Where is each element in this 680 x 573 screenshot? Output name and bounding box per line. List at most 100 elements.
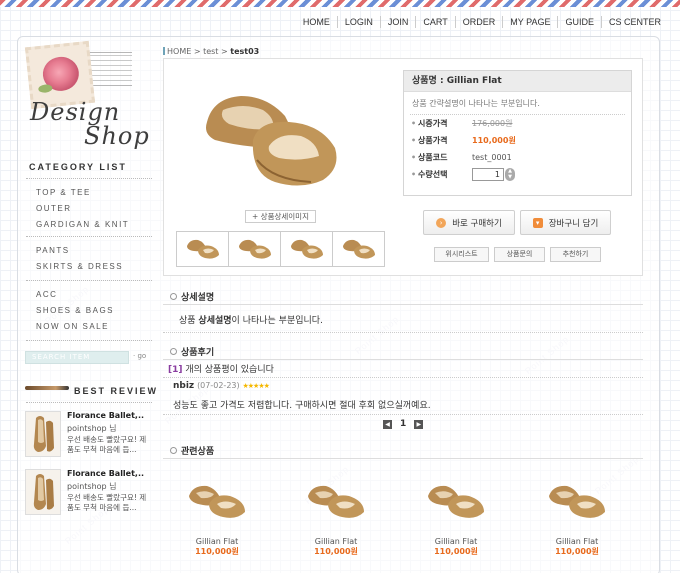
info-label: 수량선택 — [411, 166, 448, 183]
review-author: nbiz — [173, 381, 195, 391]
info-row-sale-price: 상품가격 110,000원 — [404, 132, 631, 149]
best-review-item[interactable]: Florance Ballet,.. pointshop 님 우선 배송도 빨랐… — [25, 411, 153, 457]
page-number[interactable]: 1 — [400, 419, 406, 429]
related-product-name: Gillian Flat — [555, 537, 599, 546]
nav-login[interactable]: LOGIN — [336, 16, 380, 28]
prev-page-icon[interactable]: ◀ — [383, 419, 392, 429]
nav-guide[interactable]: GUIDE — [557, 16, 601, 28]
related-product-price: 110,000원 — [434, 547, 478, 556]
related-product-price: 110,000원 — [314, 547, 358, 556]
info-row-quantity: 수량선택 1 ▲▼ — [404, 166, 631, 183]
breadcrumb-bar — [163, 47, 165, 55]
category-item-now-on-sale[interactable]: NOW ON SALE — [36, 319, 114, 335]
top-stripe — [0, 0, 680, 7]
divider — [163, 377, 643, 378]
best-review-item[interactable]: Florance Ballet,.. pointshop 님 우선 배송도 빨랐… — [25, 469, 153, 515]
detail-text-prefix: 상품 — [179, 316, 199, 326]
logo-text-shop[interactable]: Shop — [84, 122, 150, 150]
breadcrumb-home[interactable]: HOME — [167, 47, 191, 56]
related-product-image[interactable] — [291, 478, 381, 526]
detail-text-bold: 상세설명 — [198, 316, 232, 326]
category-item-outer[interactable]: OUTER — [36, 201, 129, 217]
review-thumbnail[interactable] — [25, 411, 61, 457]
category-item-shoes-bags[interactable]: SHOES & BAGS — [36, 303, 114, 319]
related-product-image[interactable] — [411, 478, 501, 526]
info-label: 상품가격 — [411, 132, 448, 149]
quantity-input[interactable]: 1 — [472, 168, 504, 181]
add-to-cart-button[interactable]: ▾ 장바구니 담기 — [520, 210, 611, 235]
search-input[interactable]: SEARCH ITEM — [25, 351, 129, 364]
divider — [26, 340, 152, 341]
wishlist-button[interactable]: 위시리스트 — [434, 247, 489, 262]
product-thumbnail-strip — [176, 231, 385, 267]
related-product-price: 110,000원 — [555, 547, 599, 556]
related-product-name: Gillian Flat — [434, 537, 478, 546]
category-item-skirts-dress[interactable]: SKIRTS & DRESS — [36, 259, 123, 275]
review-product-name[interactable]: Florance Ballet,.. — [67, 411, 144, 420]
inquiry-button[interactable]: 상품문의 — [494, 247, 545, 262]
related-product-item[interactable]: Gillian Flat 110,000원 — [411, 478, 501, 557]
review-product-name[interactable]: Florance Ballet,.. — [67, 469, 144, 478]
related-section-title: 관련상품 — [170, 444, 214, 457]
product-thumbnail[interactable] — [228, 231, 281, 267]
review-count-text: 개의 상품평이 있습니다 — [182, 365, 274, 375]
nav-order[interactable]: ORDER — [454, 16, 503, 28]
cart-icon: ▾ — [532, 217, 543, 228]
breadcrumb: HOME > test > test03 — [163, 47, 259, 56]
related-product-price: 110,000원 — [195, 547, 239, 556]
nav-cart[interactable]: CART — [415, 16, 454, 28]
recommend-button[interactable]: 추천하기 — [550, 247, 601, 262]
sale-price-value: 110,000원 — [472, 136, 516, 145]
next-page-icon[interactable]: ▶ — [414, 419, 424, 429]
nav-join[interactable]: JOIN — [379, 16, 416, 28]
category-item-acc[interactable]: ACC — [36, 287, 114, 303]
nav-home[interactable]: HOME — [296, 16, 337, 28]
product-title: 상품명 : Gillian Flat — [404, 71, 631, 92]
divider — [163, 332, 643, 333]
product-summary: 상품 간략설명이 나타나는 부분입니다. — [412, 99, 540, 108]
related-product-item[interactable]: Gillian Flat 110,000원 — [532, 478, 622, 557]
related-product-name: Gillian Flat — [314, 537, 358, 546]
detail-image-button[interactable]: + 상품상세이미지 — [245, 210, 316, 223]
nav-cs-center[interactable]: CS CENTER — [600, 16, 668, 28]
nav-mypage[interactable]: MY PAGE — [502, 16, 557, 28]
buy-now-button[interactable]: › 바로 구매하기 — [423, 210, 515, 235]
product-thumbnail[interactable] — [176, 231, 229, 267]
related-product-image[interactable] — [532, 478, 622, 526]
review-user: pointshop 님 — [67, 424, 117, 433]
review-section-title: 상품후기 — [170, 345, 214, 358]
best-review-title: BEST REVIEW — [74, 386, 159, 396]
breadcrumb-category[interactable]: test — [203, 47, 218, 56]
category-item-gardigan-knit[interactable]: GARDIGAN & KNIT — [36, 217, 129, 233]
review-user: pointshop 님 — [67, 482, 117, 491]
related-product-item[interactable]: Gillian Flat 110,000원 — [172, 478, 262, 557]
leaf-icon — [37, 83, 53, 94]
divider — [26, 236, 152, 237]
product-thumbnail[interactable] — [332, 231, 385, 267]
info-row-market-price: 시중가격 176,000원 — [404, 115, 631, 132]
review-snippet: 우선 배송도 빨랐구요! 제품도 무척 마음에 듭... — [67, 435, 147, 454]
detail-text: 상품 상세설명이 나타나는 부분입니다. — [179, 313, 323, 326]
divider — [163, 359, 643, 360]
search-go-button[interactable]: · go — [133, 352, 146, 360]
related-product-image[interactable] — [172, 478, 262, 526]
category-group: ACC SHOES & BAGS NOW ON SALE — [36, 287, 114, 335]
divider — [163, 304, 643, 305]
divider — [26, 178, 152, 179]
review-thumbnail[interactable] — [25, 469, 61, 515]
market-price-value: 176,000원 — [472, 119, 513, 128]
arrow-icon: › — [436, 217, 447, 228]
category-group: TOP & TEE OUTER GARDIGAN & KNIT — [36, 185, 129, 233]
brush-icon — [25, 386, 69, 390]
quantity-stepper[interactable]: ▲ ▼ — [505, 168, 515, 181]
buy-now-label: 바로 구매하기 — [452, 218, 502, 229]
divider — [163, 414, 643, 415]
info-row-product-code: 상품코드 test_0001 — [404, 149, 631, 166]
divider — [26, 402, 152, 403]
related-product-item[interactable]: Gillian Flat 110,000원 — [291, 478, 381, 557]
category-item-pants[interactable]: PANTS — [36, 243, 123, 259]
product-main-image[interactable] — [193, 76, 353, 199]
category-item-top-tee[interactable]: TOP & TEE — [36, 185, 129, 201]
product-thumbnail[interactable] — [280, 231, 333, 267]
review-date: (07-02-23) — [197, 381, 240, 390]
